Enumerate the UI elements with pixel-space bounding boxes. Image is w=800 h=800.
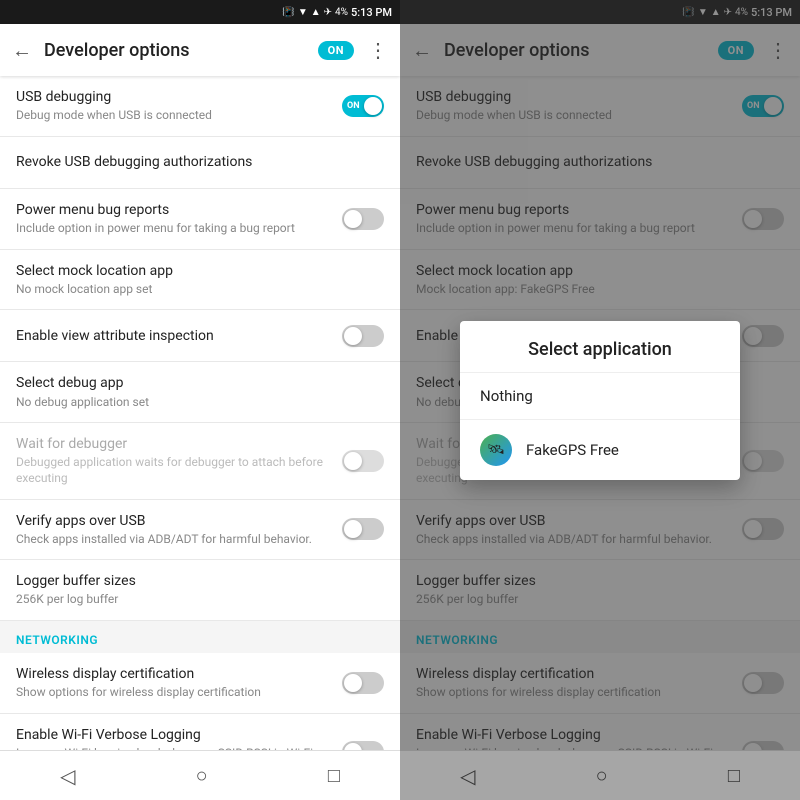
dialog-title: Select application [460,321,740,372]
toggle-knob [344,674,362,692]
wireless-display-title: Wireless display certification [16,665,334,683]
wifi-icon: ▲ [311,7,321,18]
wait-debugger-text: Wait for debugger Debugged application w… [16,435,334,486]
toggle-knob [344,327,362,345]
toggle-knob [364,97,382,115]
debug-app-item[interactable]: Select debug app No debug application se… [0,362,400,423]
toggle-knob [344,743,362,750]
back-button-left[interactable]: ← [12,38,32,63]
mock-location-text: Select mock location app No mock locatio… [16,262,376,298]
verify-apps-title: Verify apps over USB [16,512,334,530]
vibrate-icon: 📳 [282,7,294,18]
logger-buffer-item[interactable]: Logger buffer sizes 256K per log buffer [0,560,400,621]
toggle-knob [344,210,362,228]
verify-apps-toggle[interactable] [342,518,384,540]
wireless-display-item[interactable]: Wireless display certification Show opti… [0,653,400,714]
wifi-verbose-title: Enable Wi-Fi Verbose Logging [16,726,334,744]
more-menu-left[interactable]: ⋮ [368,38,388,62]
fakegps-icon: 🛰 [480,434,512,466]
wait-debugger-title: Wait for debugger [16,435,334,453]
fakegps-label: FakeGPS Free [526,441,619,459]
networking-section-header: NETWORKING [0,621,400,653]
power-menu-title: Power menu bug reports [16,201,334,219]
wait-debugger-toggle [342,450,384,472]
nothing-label: Nothing [480,387,533,405]
wait-debugger-item: Wait for debugger Debugged application w… [0,423,400,499]
logger-buffer-title: Logger buffer sizes [16,572,376,590]
usb-debugging-text: USB debugging Debug mode when USB is con… [16,88,334,124]
toggle-knob [344,520,362,538]
revoke-usb-item[interactable]: Revoke USB debugging authorizations [0,137,400,189]
back-nav-left[interactable]: ◁ [60,764,75,788]
left-panel: 📳 ▼ ▲ ✈ 4% 5:13 PM ← Developer options O… [0,0,400,800]
power-menu-toggle[interactable] [342,208,384,230]
signal-icon: ▼ [298,7,308,18]
toggle-knob [344,452,362,470]
usb-debugging-item[interactable]: USB debugging Debug mode when USB is con… [0,76,400,137]
nav-bar-left: ◁ ○ □ [0,750,400,800]
verify-apps-subtitle: Check apps installed via ADB/ADT for har… [16,532,334,548]
recents-nav-left[interactable]: □ [328,763,340,788]
wifi-verbose-text: Enable Wi-Fi Verbose Logging Increase Wi… [16,726,334,750]
view-attribute-item[interactable]: Enable view attribute inspection [0,310,400,362]
toggle-on-label: ON [347,101,360,111]
wifi-verbose-toggle[interactable] [342,741,384,750]
verify-apps-item[interactable]: Verify apps over USB Check apps installe… [0,500,400,561]
right-panel: 📳 ▼ ▲ ✈ 4% 5:13 PM ← Developer options O… [400,0,800,800]
status-icons-left: 📳 ▼ ▲ ✈ 4% 5:13 PM [282,6,392,19]
view-attribute-toggle[interactable] [342,325,384,347]
debug-app-subtitle: No debug application set [16,395,376,411]
wireless-display-text: Wireless display certification Show opti… [16,665,334,701]
status-bar-left: 📳 ▼ ▲ ✈ 4% 5:13 PM [0,0,400,24]
status-time: 5:13 PM [351,6,392,19]
revoke-usb-text: Revoke USB debugging authorizations [16,153,376,171]
mock-location-item[interactable]: Select mock location app No mock locatio… [0,250,400,311]
dialog-item-fakegps[interactable]: 🛰 FakeGPS Free [460,419,740,480]
wireless-display-subtitle: Show options for wireless display certif… [16,685,334,701]
dialog-item-nothing[interactable]: Nothing [460,372,740,419]
mock-location-subtitle: No mock location app set [16,282,376,298]
verify-apps-text: Verify apps over USB Check apps installe… [16,512,334,548]
page-title-left: Developer options [44,40,310,61]
debug-app-text: Select debug app No debug application se… [16,374,376,410]
select-application-dialog: Select application Nothing 🛰 FakeGPS Fre… [460,321,740,480]
dialog-overlay[interactable]: Select application Nothing 🛰 FakeGPS Fre… [400,0,800,800]
view-attribute-title: Enable view attribute inspection [16,327,334,345]
power-menu-subtitle: Include option in power menu for taking … [16,221,334,237]
view-attribute-text: Enable view attribute inspection [16,327,334,345]
top-bar-left: ← Developer options ON ⋮ [0,24,400,76]
wifi-verbose-item[interactable]: Enable Wi-Fi Verbose Logging Increase Wi… [0,714,400,750]
logger-buffer-text: Logger buffer sizes 256K per log buffer [16,572,376,608]
wireless-display-toggle[interactable] [342,672,384,694]
usb-debugging-toggle[interactable]: ON [342,95,384,117]
revoke-usb-title: Revoke USB debugging authorizations [16,153,376,171]
battery-percent: 4% [335,7,348,18]
mock-location-title: Select mock location app [16,262,376,280]
debug-app-title: Select debug app [16,374,376,392]
settings-list-left: USB debugging Debug mode when USB is con… [0,76,400,750]
usb-debugging-title: USB debugging [16,88,334,106]
fakegps-icon-symbol: 🛰 [487,442,505,458]
wait-debugger-subtitle: Debugged application waits for debugger … [16,455,334,486]
developer-toggle-left[interactable]: ON [318,41,354,60]
plane-icon: ✈ [324,7,332,18]
power-menu-text: Power menu bug reports Include option in… [16,201,334,237]
logger-buffer-subtitle: 256K per log buffer [16,592,376,608]
usb-debugging-subtitle: Debug mode when USB is connected [16,108,334,124]
power-menu-item[interactable]: Power menu bug reports Include option in… [0,189,400,250]
home-nav-left[interactable]: ○ [196,763,208,788]
